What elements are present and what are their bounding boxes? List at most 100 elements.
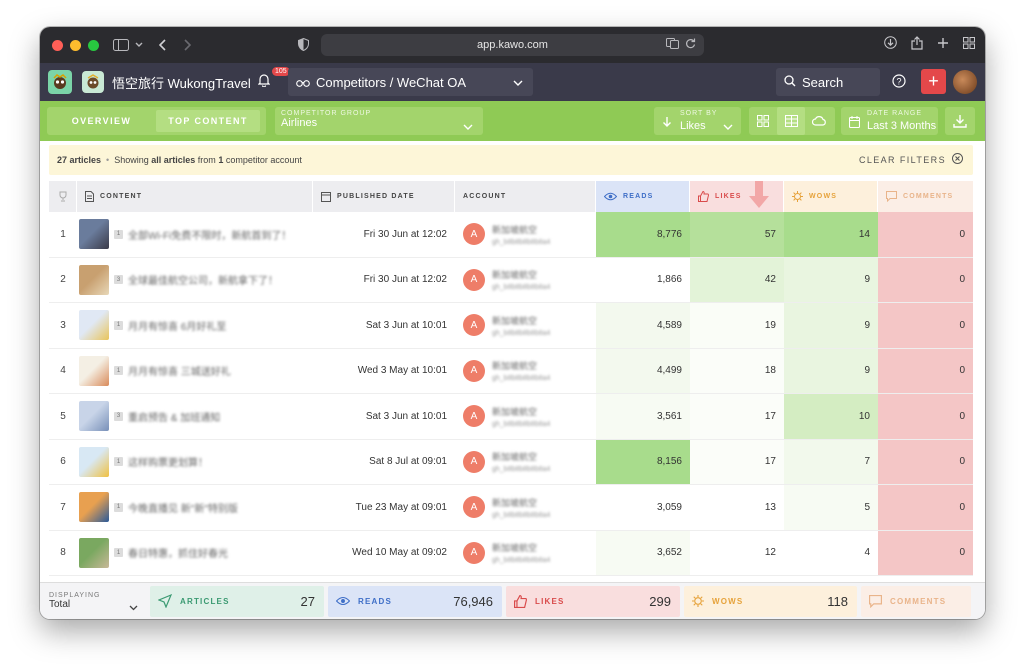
content-cell[interactable]: 1 月月有惊喜 三城送好礼 (77, 349, 313, 394)
likes-cell: 17 (690, 394, 784, 439)
article-thumbnail[interactable] (79, 446, 109, 477)
tab-top-content[interactable]: TOP CONTENT (156, 110, 260, 132)
article-title[interactable]: 月月有惊喜 三城送好礼 (128, 363, 231, 378)
wows-cell: 7 (784, 439, 878, 484)
date-range-select[interactable]: DATE RANGE Last 3 Months (841, 107, 938, 135)
bell-icon[interactable] (257, 73, 271, 92)
account-cell[interactable]: A 新加坡航空 gh_b8b8b8b8b8a4 (455, 485, 596, 530)
account-cell[interactable]: A 新加坡航空 gh_b8b8b8b8b8a4 (455, 531, 596, 576)
article-thumbnail[interactable] (79, 492, 109, 523)
create-button[interactable]: + (921, 69, 946, 94)
zoom-window-button[interactable] (88, 39, 99, 51)
account-cell[interactable]: A 新加坡航空 gh_b8b8b8b8b8a4 (455, 303, 596, 348)
article-title[interactable]: 重启预告 & 加班通知 (128, 409, 220, 424)
article-thumbnail[interactable] (79, 219, 109, 250)
user-avatar[interactable] (953, 70, 977, 94)
sidebar-toggle-icon[interactable] (113, 39, 129, 51)
comments-cell: 0 (878, 394, 973, 439)
account-cell[interactable]: A 新加坡航空 gh_b8b8b8b8b8a4 (455, 394, 596, 439)
minimize-window-button[interactable] (70, 39, 81, 51)
article-thumbnail[interactable] (79, 355, 109, 386)
section-select[interactable]: Competitors / WeChat OA (288, 68, 533, 96)
grid-view-button[interactable] (749, 107, 777, 135)
search-button[interactable]: Search (776, 68, 880, 96)
account-cell[interactable]: A 新加坡航空 gh_b8b8b8b8b8a4 (455, 212, 596, 257)
sort-label: SORT BY (680, 110, 718, 117)
svg-text:?: ? (896, 77, 901, 87)
tab-overview-icon[interactable] (963, 36, 975, 54)
brand-avatar[interactable] (82, 71, 104, 93)
content-cell[interactable]: 3 重启预告 & 加班通知 (77, 394, 313, 439)
account-id: gh_b8b8b8b8b8a4 (492, 284, 551, 292)
table-row[interactable]: 8 1 春日特惠，抓住好春光 Wed 10 May at 09:02 A 新加坡航空 gh_… (49, 530, 973, 576)
table-row[interactable]: 4 1 月月有惊喜 三城送好礼 Wed 3 May at 10:01 A 新加坡航空 gh_… (49, 348, 973, 394)
article-title[interactable]: 今晚直播见 新"新"特别版 (128, 500, 238, 515)
content-header[interactable]: CONTENT (77, 181, 313, 212)
likes-header[interactable]: LIKES (690, 181, 784, 212)
table-view-button[interactable] (777, 107, 805, 135)
new-tab-icon[interactable] (937, 36, 949, 54)
article-thumbnail[interactable] (79, 310, 109, 341)
kawo-logo[interactable] (48, 70, 72, 94)
table-row[interactable]: 5 3 重启预告 & 加班通知 Sat 3 Jun at 10:01 A 新加坡航空 gh_… (49, 394, 973, 440)
article-title[interactable]: 春日特惠，抓住好春光 (128, 545, 228, 560)
table-row[interactable]: 3 1 月月有惊喜 6月好礼至 Sat 3 Jun at 10:01 A 新加坡航空 gh_… (49, 303, 973, 349)
account-cell[interactable]: A 新加坡航空 gh_b8b8b8b8b8a4 (455, 258, 596, 303)
rank-header[interactable] (49, 181, 77, 212)
account-name: 新加坡航空 (492, 315, 538, 326)
content-cell[interactable]: 1 今晚直播见 新"新"特别版 (77, 485, 313, 530)
likes-cell: 57 (690, 212, 784, 257)
content-cell[interactable]: 3 全球最佳航空公司，新航拿下了！ (77, 258, 313, 303)
account-cell[interactable]: A 新加坡航空 gh_b8b8b8b8b8a4 (455, 349, 596, 394)
published-date: Wed 3 May at 10:01 (357, 365, 447, 377)
article-thumbnail[interactable] (79, 401, 109, 432)
wows-cell: 10 (784, 394, 878, 439)
table-row[interactable]: 6 1 这样购票更划算！ Sat 8 Jul at 09:01 A 新加坡航空 gh_b8b… (49, 439, 973, 485)
article-title[interactable]: 月月有惊喜 6月好礼至 (128, 318, 226, 333)
table-row[interactable]: 1 1 全部Wi-Fi免费不限时，新航首到了！ Fri 30 Jun at 12:02… (49, 212, 973, 258)
date-header[interactable]: PUBLISHED DATE (313, 181, 455, 212)
content-cell[interactable]: 1 春日特惠，抓住好春光 (77, 531, 313, 576)
comments-total: COMMENTS (861, 585, 971, 617)
article-title[interactable]: 全球最佳航空公司，新航拿下了！ (128, 272, 278, 287)
tab-overview[interactable]: OVERVIEW (47, 110, 156, 132)
clear-filters-button[interactable]: CLEAR FILTERS (859, 153, 963, 166)
articles-total: ARTICLES 27 (150, 585, 324, 617)
competitor-group-select[interactable]: COMPETITOR GROUP Airlines (275, 107, 483, 135)
sort-arrow-icon (662, 115, 672, 133)
reload-icon[interactable] (685, 38, 696, 52)
account-header[interactable]: ACCOUNT (455, 181, 596, 212)
comments-header[interactable]: COMMENTS (878, 181, 973, 212)
table-row[interactable]: 2 3 全球最佳航空公司，新航拿下了！ Fri 30 Jun at 12:02 A 新加坡… (49, 257, 973, 303)
table-row[interactable]: 7 1 今晚直播见 新"新"特别版 Tue 23 May at 09:01 A 新加坡航空… (49, 485, 973, 531)
reads-total-value: 76,946 (453, 593, 493, 609)
cloud-view-button[interactable] (805, 107, 833, 135)
article-title[interactable]: 全部Wi-Fi免费不限时，新航首到了！ (128, 227, 291, 242)
article-thumbnail[interactable] (79, 537, 109, 568)
downloads-icon[interactable] (884, 36, 897, 54)
content-cell[interactable]: 1 全部Wi-Fi免费不限时，新航首到了！ (77, 212, 313, 257)
article-title[interactable]: 这样购票更划算！ (128, 454, 208, 469)
account-cell[interactable]: A 新加坡航空 gh_b8b8b8b8b8a4 (455, 440, 596, 485)
reads-header[interactable]: READS (596, 181, 690, 212)
download-button[interactable] (945, 107, 975, 135)
close-window-button[interactable] (52, 39, 63, 51)
help-icon[interactable]: ? (892, 74, 906, 93)
translate-icon[interactable] (666, 38, 679, 52)
sort-select[interactable]: SORT BY Likes (654, 107, 741, 135)
wows-header[interactable]: WOWS (784, 181, 878, 212)
likes-cell: 12 (690, 530, 784, 575)
brand-name[interactable]: 悟空旅行 WukongTravel (112, 73, 251, 92)
content-cell[interactable]: 1 这样购票更划算！ (77, 440, 313, 485)
back-icon[interactable] (159, 39, 167, 51)
likes-header-label: LIKES (715, 193, 742, 200)
shield-icon[interactable] (298, 38, 309, 51)
view-mode-toggle (749, 107, 835, 135)
content-cell[interactable]: 1 月月有惊喜 6月好礼至 (77, 303, 313, 348)
forward-icon[interactable] (183, 39, 191, 51)
share-icon[interactable] (911, 35, 923, 55)
article-thumbnail[interactable] (79, 264, 109, 295)
chevron-down-icon[interactable] (135, 42, 143, 48)
displaying-select[interactable]: DISPLAYING Total (40, 583, 150, 619)
address-bar[interactable]: app.kawo.com (321, 34, 704, 56)
